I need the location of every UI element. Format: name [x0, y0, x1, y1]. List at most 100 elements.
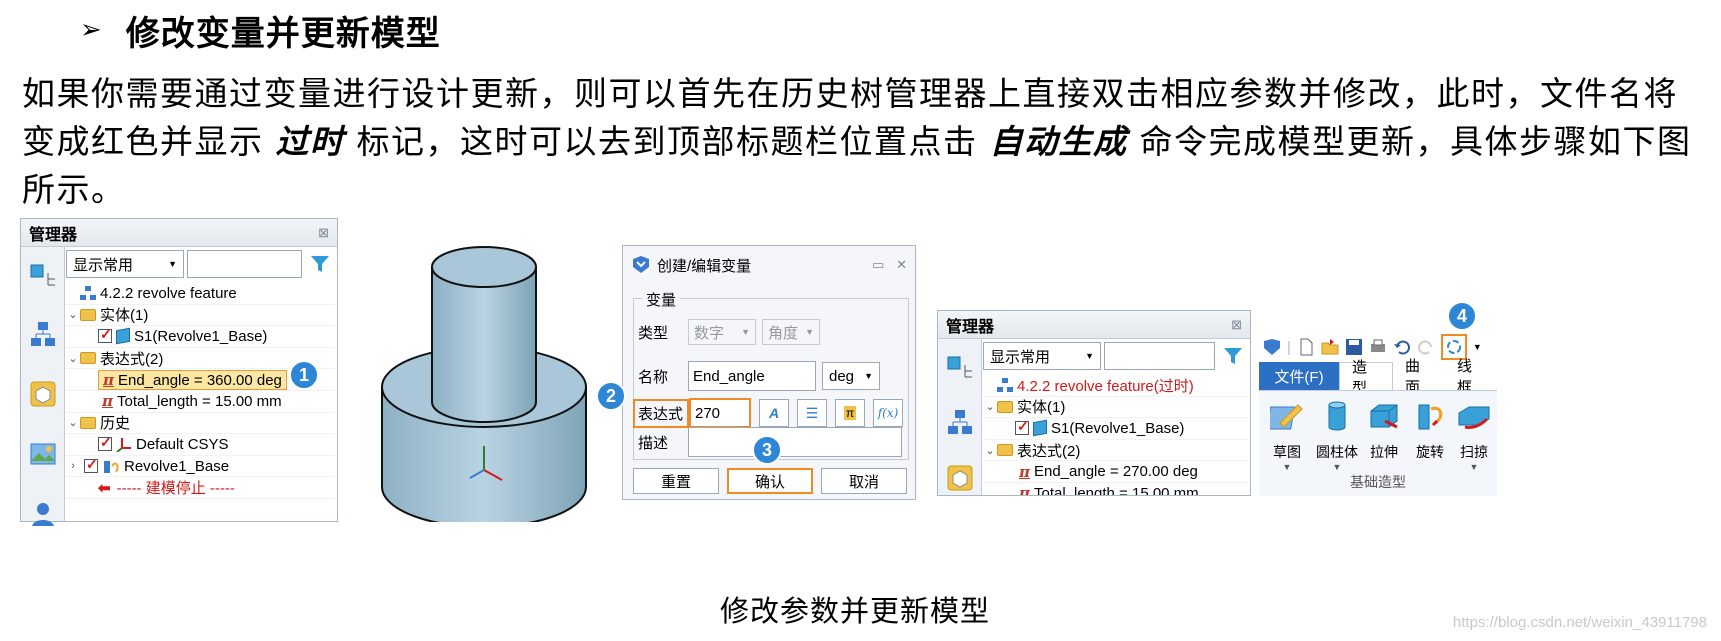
chevron-right-icon[interactable]: ›: [66, 460, 80, 472]
stop-arrow-icon: ⬅: [98, 479, 111, 497]
table-icon[interactable]: ☰: [797, 399, 827, 427]
pi-variable-icon: π: [1019, 484, 1030, 496]
manager-title: 管理器: [29, 226, 78, 244]
close-icon[interactable]: ✕: [896, 257, 907, 272]
chevron-down-icon: ▼: [1085, 351, 1094, 361]
app-logo-icon[interactable]: [1263, 338, 1281, 356]
filter-funnel-icon[interactable]: [305, 250, 335, 278]
view-image-tab-icon[interactable]: [28, 439, 58, 469]
tree-expr-total-length[interactable]: π Total_length = 15.00 mm: [66, 391, 335, 413]
chevron-down-icon[interactable]: ⌄: [66, 308, 80, 321]
font-style-icon[interactable]: A: [759, 399, 789, 427]
sketch-button[interactable]: 草图 ▼: [1263, 399, 1311, 472]
function-icon[interactable]: f(x): [873, 399, 903, 427]
extrude-button[interactable]: 拉伸: [1363, 399, 1405, 462]
tab-file[interactable]: 文件(F): [1259, 362, 1339, 390]
separator: |: [1287, 338, 1291, 356]
chevron-down-icon: ▼: [1332, 462, 1342, 472]
cylinder-icon: [1328, 401, 1346, 431]
type-dropdown[interactable]: 数字 ▼: [688, 319, 756, 345]
assembly-tree-tab-icon[interactable]: [28, 319, 58, 349]
solid-cube-icon: [116, 328, 130, 345]
unit-dropdown[interactable]: deg ▼: [822, 362, 880, 390]
tree-expr-end-angle[interactable]: π End_angle = 270.00 deg: [983, 461, 1248, 483]
sweep-label: 扫掠: [1460, 444, 1488, 460]
name-label: 名称: [638, 368, 669, 386]
tree-root[interactable]: 4.2.2 revolve feature(过时): [983, 375, 1248, 397]
unit-value: deg: [829, 367, 855, 385]
cylinder-button[interactable]: 圆柱体 ▼: [1313, 399, 1361, 472]
chevron-down-icon: ▼: [741, 327, 750, 337]
redo-icon[interactable]: [1417, 338, 1435, 356]
expression-input[interactable]: 270: [689, 398, 751, 428]
chevron-down-icon[interactable]: ⌄: [66, 416, 80, 429]
tree-model-stop[interactable]: ⬅ ----- 建模停止 -----: [66, 477, 335, 499]
assembly-tree-tab-icon[interactable]: [945, 407, 975, 437]
tree-solid-group[interactable]: ⌄ 实体(1): [983, 397, 1248, 419]
filter-dropdown-value: 显示常用: [990, 348, 1051, 366]
checkbox-icon[interactable]: [1015, 418, 1029, 436]
reset-button[interactable]: 重置: [633, 468, 719, 494]
undo-icon[interactable]: [1393, 338, 1411, 356]
close-icon[interactable]: ⊠: [1231, 317, 1242, 333]
tree-root[interactable]: 4.2.2 revolve feature: [66, 283, 335, 305]
checkbox-icon[interactable]: [84, 456, 98, 474]
assembly-icon: [997, 378, 1013, 393]
revolve-button[interactable]: 旋转: [1409, 399, 1451, 462]
comment-icon[interactable]: ▭: [872, 257, 884, 272]
chevron-down-icon[interactable]: ⌄: [66, 352, 80, 365]
pi-folder-icon[interactable]: π: [835, 399, 865, 427]
tab-wireframe[interactable]: 线框: [1445, 358, 1497, 396]
new-file-icon[interactable]: [1297, 338, 1315, 356]
highlighted-expression[interactable]: π End_angle = 360.00 deg: [98, 369, 287, 390]
sweep-button[interactable]: 扫掠 ▼: [1453, 399, 1495, 472]
chevron-down-icon[interactable]: ⌄: [983, 400, 997, 413]
checkbox-icon[interactable]: [98, 434, 112, 452]
print-icon[interactable]: [1369, 338, 1387, 356]
checkbox-icon[interactable]: [98, 326, 112, 344]
filter-funnel-icon[interactable]: [1218, 342, 1248, 370]
manager-title-bar: 管理器 ⊠: [21, 219, 337, 247]
filter-row: 显示常用 ▼: [66, 250, 335, 280]
tree-root-outdated-label: 4.2.2 revolve feature(过时): [1017, 377, 1194, 395]
tree-expr-group[interactable]: ⌄ 表达式(2): [983, 440, 1248, 462]
tree-default-csys[interactable]: Default CSYS: [66, 434, 335, 456]
stop-label: ----- 建模停止 -----: [116, 480, 235, 498]
cancel-button[interactable]: 取消: [821, 468, 907, 494]
save-icon[interactable]: [1345, 338, 1363, 356]
step-badge-4: 4: [1447, 301, 1477, 331]
tree-solid-group[interactable]: ⌄ 实体(1): [66, 305, 335, 327]
tree-history-group[interactable]: ⌄ 历史: [66, 413, 335, 435]
tree-solid-item[interactable]: S1(Revolve1_Base): [66, 326, 335, 348]
part-cube-tab-icon[interactable]: [28, 379, 58, 409]
chevron-down-icon[interactable]: ⌄: [983, 444, 997, 457]
tab-modeling[interactable]: 造型: [1338, 359, 1393, 397]
tree-expr-total-length[interactable]: π Total_length = 15.00 mm: [983, 483, 1248, 496]
close-icon[interactable]: ⊠: [318, 225, 329, 241]
filter-dropdown[interactable]: 显示常用 ▼: [66, 250, 184, 278]
tree-revolve-base[interactable]: › Revolve1_Base: [66, 456, 335, 478]
user-tab-icon[interactable]: [28, 499, 58, 529]
description-input[interactable]: [688, 427, 902, 457]
open-folder-icon[interactable]: [1321, 338, 1339, 356]
tab-surface[interactable]: 曲面: [1393, 358, 1445, 396]
history-tree-tab-icon[interactable]: [945, 351, 975, 381]
revolve-feature-icon: [104, 461, 119, 474]
dialog-title: 创建/编辑变量: [657, 257, 752, 275]
step-badge-2: 2: [596, 381, 626, 411]
filter-dropdown[interactable]: 显示常用 ▼: [983, 342, 1101, 370]
chevron-down-icon[interactable]: ▼: [1473, 342, 1482, 352]
tree-solid-item[interactable]: S1(Revolve1_Base): [983, 418, 1248, 440]
hist1-label: Default CSYS: [136, 435, 229, 453]
solid-group-label: 实体(1): [100, 307, 149, 325]
body-paragraph: 如果你需要通过变量进行设计更新，则可以首先在历史树管理器上直接双击相应参数并修改…: [22, 70, 1702, 214]
part-cube-tab-icon[interactable]: [945, 463, 975, 493]
filter-search-input[interactable]: [187, 250, 302, 278]
step-badge-3: 3: [752, 435, 782, 465]
unit-type-dropdown[interactable]: 角度 ▼: [762, 319, 820, 345]
confirm-button[interactable]: 确认: [727, 468, 813, 494]
history-tree-tab-icon[interactable]: [28, 259, 58, 289]
figure-caption: 修改参数并更新模型: [720, 594, 991, 628]
filter-search-input[interactable]: [1104, 342, 1215, 370]
name-input[interactable]: End_angle: [688, 361, 816, 391]
